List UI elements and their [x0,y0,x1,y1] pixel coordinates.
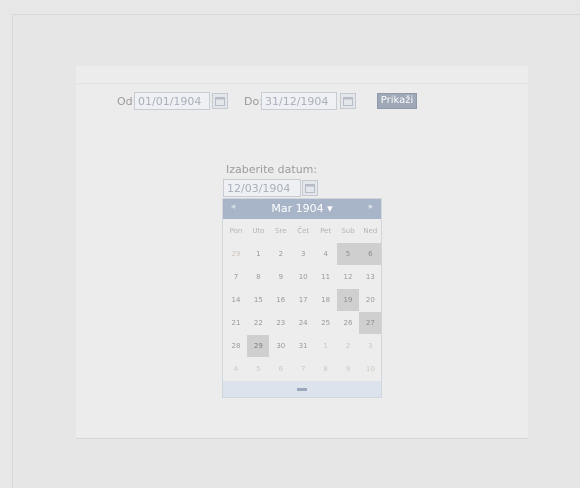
calendar-day[interactable]: 18 [315,289,337,311]
datepicker-footer [223,381,381,397]
footer-handle-icon[interactable] [297,388,307,391]
picker-date-input[interactable]: 12/03/1904 [223,179,301,197]
calendar-day[interactable]: 5 [247,358,269,380]
calendar-day[interactable]: 22 [247,312,269,334]
calendar-day[interactable]: 1 [315,335,337,357]
calendar-day[interactable]: 17 [292,289,314,311]
to-date-input[interactable]: 31/12/1904 [261,92,337,110]
calendar-day[interactable]: 10 [292,266,314,288]
calendar-day[interactable]: 27 [359,312,382,334]
weekday-header: Pet [320,227,332,235]
choose-date-label: Izaberite datum: [226,163,318,176]
calendar-day[interactable]: 23 [270,312,292,334]
calendar-icon [343,97,353,106]
weekday-header: Pon [229,227,243,235]
calendar-day[interactable]: 6 [359,243,382,265]
datepicker-header: ◂ Mar 1904 ▾ ▸ [223,199,381,219]
calendar-icon [305,184,315,193]
next-month-icon[interactable]: ▸ [365,202,377,212]
calendar-day[interactable]: 20 [359,289,381,311]
calendar-day[interactable]: 11 [315,266,337,288]
month-year-select[interactable]: Mar 1904 ▾ [223,202,381,215]
calendar-day[interactable]: 3 [292,243,314,265]
calendar-day[interactable]: 30 [270,335,292,357]
weekday-header: Uto [252,227,265,235]
panel-divider [76,83,528,84]
calendar-day[interactable]: 29 [247,335,270,357]
datepicker-popup: ◂ Mar 1904 ▾ ▸ Pon Uto Sre Čet Pet Sub Ned 29 1 2… [222,198,382,398]
from-date-input[interactable]: 01/01/1904 [134,92,210,110]
weekday-header: Čet [297,227,310,235]
calendar-day[interactable]: 5 [337,243,359,265]
calendar-day[interactable]: 25 [315,312,337,334]
calendar-day[interactable]: 19 [337,289,359,311]
calendar-day[interactable]: 2 [270,243,292,265]
calendar-day[interactable]: 16 [270,289,292,311]
calendar-day[interactable]: 31 [292,335,314,357]
calendar-day[interactable]: 7 [292,358,314,380]
calendar-day[interactable]: 28 [225,335,247,357]
calendar-day[interactable]: 7 [225,266,247,288]
calendar-day[interactable]: 9 [270,266,292,288]
weekday-header: Sub [341,227,355,235]
calendar-day[interactable]: 14 [225,289,247,311]
from-calendar-button[interactable] [212,93,228,109]
calendar-day[interactable]: 29 [225,243,247,265]
calendar-day[interactable]: 12 [337,266,359,288]
calendar-day[interactable]: 21 [225,312,247,334]
weekday-header: Ned [363,227,378,235]
calendar-day[interactable]: 26 [337,312,359,334]
calendar-day[interactable]: 6 [270,358,292,380]
show-button[interactable]: Prikaži [377,93,417,109]
calendar-day[interactable]: 3 [359,335,381,357]
picker-calendar-button[interactable] [302,180,318,196]
calendar-day[interactable]: 24 [292,312,314,334]
calendar-day[interactable]: 4 [225,358,247,380]
calendar-day[interactable]: 2 [337,335,359,357]
to-calendar-button[interactable] [340,93,356,109]
calendar-day[interactable]: 13 [359,266,381,288]
calendar-day[interactable]: 9 [337,358,359,380]
calendar-day[interactable]: 8 [247,266,269,288]
calendar-day[interactable]: 15 [247,289,269,311]
calendar-icon [215,97,225,106]
calendar-day[interactable]: 8 [315,358,337,380]
calendar-day[interactable]: 10 [359,358,381,380]
weekday-header: Sre [275,227,287,235]
calendar-day[interactable]: 4 [315,243,337,265]
calendar-day[interactable]: 1 [247,243,269,265]
